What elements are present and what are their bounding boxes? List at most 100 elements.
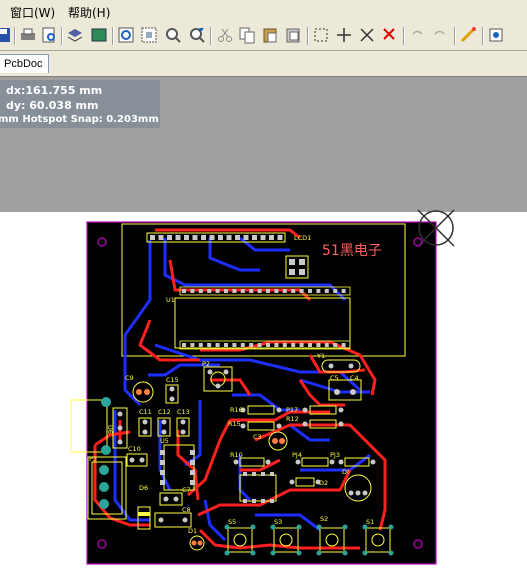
pad: [207, 343, 212, 347]
pad: [308, 343, 312, 347]
pad: [269, 235, 274, 240]
pad: [282, 289, 287, 293]
label-s1: S1: [366, 518, 374, 526]
label-pj3: PJ3: [330, 451, 340, 459]
label-r12: R12: [286, 415, 299, 423]
label-s3: S3: [274, 518, 282, 526]
label-c10: C10: [128, 445, 141, 453]
pad: [160, 480, 165, 485]
pad: [182, 289, 186, 293]
label-s2: S2: [320, 515, 328, 523]
pad: [277, 235, 283, 240]
pad: [160, 460, 165, 465]
pad: [190, 343, 195, 347]
pad: [160, 450, 165, 455]
pad: [274, 343, 279, 347]
pad: [341, 343, 346, 347]
pad: [160, 470, 165, 475]
pad: [316, 289, 321, 293]
pad: [198, 343, 203, 347]
pad: [333, 343, 338, 347]
pad: [266, 289, 270, 293]
pad: [299, 343, 304, 347]
label-u1: U1: [166, 296, 175, 304]
pad: [215, 343, 220, 347]
pad: [198, 289, 203, 293]
label-di: DI: [342, 468, 349, 476]
label-r15: R15: [228, 420, 241, 428]
pad: [232, 343, 237, 347]
pad: [190, 470, 195, 475]
label-s5: S5: [228, 518, 236, 526]
pad: [182, 343, 186, 347]
label-c5: C5: [330, 374, 339, 382]
pad: [240, 289, 245, 293]
pad: [249, 289, 254, 293]
label-c3: C3: [253, 433, 262, 441]
label-c9: C9: [125, 374, 134, 382]
pad: [218, 235, 223, 240]
pad: [316, 343, 321, 347]
label-p2: P2: [202, 360, 210, 368]
pad: [324, 343, 329, 347]
label-c8: C8: [182, 506, 191, 514]
pad: [190, 480, 195, 485]
label-c4: C4: [350, 374, 359, 382]
pad: [249, 343, 254, 347]
pad: [158, 235, 164, 240]
pad: [224, 343, 228, 347]
pad: [270, 499, 274, 503]
pad: [270, 472, 274, 476]
pad: [308, 289, 312, 293]
pad: [274, 289, 279, 293]
label-u6: U6: [106, 425, 114, 434]
pad: [150, 235, 155, 240]
label-p3: P3: [89, 455, 97, 463]
pad: [261, 472, 265, 476]
label-pj4: PJ4: [292, 451, 302, 459]
pad: [226, 235, 232, 240]
pad: [190, 460, 195, 465]
pad: [190, 450, 195, 455]
pad: [324, 289, 329, 293]
label-c11: C11: [139, 408, 152, 416]
pad: [291, 289, 296, 293]
pad: [252, 235, 257, 240]
pad: [207, 289, 212, 293]
pad: [260, 235, 266, 240]
label-lcd1: LCD1: [294, 234, 311, 242]
label-r16: R16: [230, 406, 243, 414]
brand-text: 51黑电子: [322, 243, 382, 259]
label-c12: C12: [158, 408, 171, 416]
pad: [243, 499, 247, 503]
pad: [252, 499, 256, 503]
label-r10: R10: [230, 451, 243, 459]
pad: [252, 472, 256, 476]
pad: [209, 235, 215, 240]
pad: [184, 235, 189, 240]
pad: [243, 472, 247, 476]
pad: [167, 235, 172, 240]
label-y1: Y1: [316, 352, 325, 360]
pad: [257, 289, 262, 293]
pcb-canvas[interactable]: 51黑电子 LCD1 U1 Y1 P2 C9 C15 C11 C12 C13 U…: [0, 0, 527, 580]
pad: [190, 289, 195, 293]
pad: [299, 289, 304, 293]
pad: [224, 289, 228, 293]
pad: [243, 235, 249, 240]
label-d6: D6: [139, 484, 148, 492]
pad: [266, 343, 270, 347]
label-c15: C15: [166, 376, 179, 384]
pad: [175, 235, 181, 240]
pad: [282, 343, 287, 347]
pad: [201, 235, 206, 240]
pad: [261, 499, 265, 503]
label-c13: C13: [177, 408, 190, 416]
pad: [341, 289, 346, 293]
pad: [232, 289, 237, 293]
label-c7: C7: [182, 486, 191, 494]
pad: [235, 235, 240, 240]
pad: [240, 343, 245, 347]
label-d1: D1: [188, 527, 197, 535]
pad: [291, 343, 296, 347]
